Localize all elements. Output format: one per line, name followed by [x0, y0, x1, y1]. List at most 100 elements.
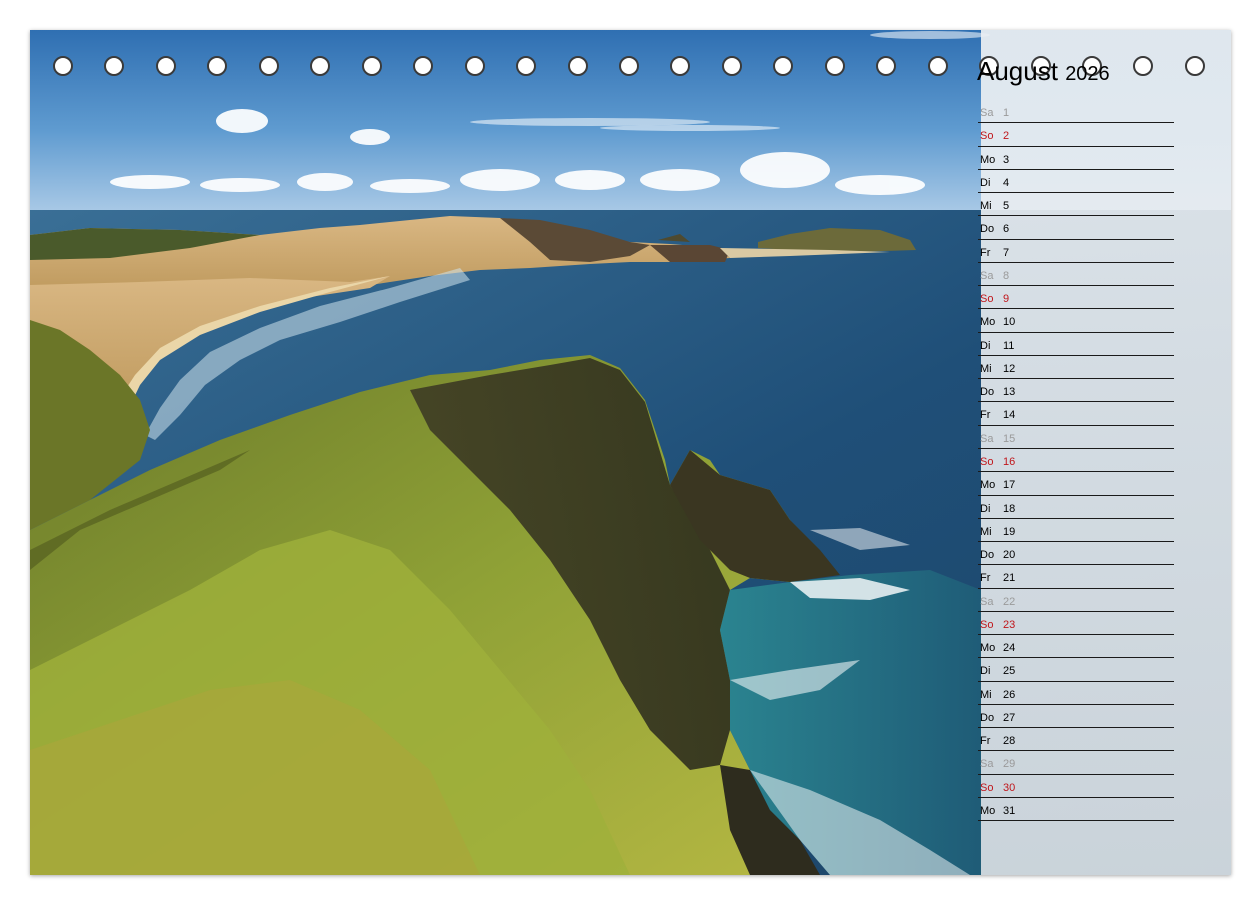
binding-hole [567, 56, 588, 76]
day-number: 12 [1003, 362, 1016, 375]
weekday-label: So [980, 455, 994, 468]
day-number: 31 [1003, 804, 1016, 817]
day-number: 19 [1003, 525, 1016, 538]
binding-hole [1133, 56, 1154, 76]
day-number: 10 [1003, 316, 1016, 329]
weekday-label: Sa [980, 758, 994, 771]
day-row: Di 18 [978, 496, 1174, 519]
day-number: 27 [1003, 711, 1016, 724]
day-row: Fr 28 [978, 728, 1174, 752]
weekday-label: Do [980, 223, 995, 236]
day-number: 24 [1003, 642, 1016, 655]
day-number: 23 [1003, 618, 1016, 631]
day-number: 18 [1003, 502, 1016, 515]
day-number: 6 [1003, 223, 1010, 236]
day-number: 22 [1003, 595, 1016, 608]
weekday-label: Sa [980, 595, 994, 608]
binding-hole [618, 56, 639, 76]
binding-hole [773, 56, 794, 76]
binding-hole [155, 56, 176, 76]
day-number: 9 [1003, 293, 1010, 306]
weekday-label: Mo [980, 642, 996, 655]
day-number: 28 [1003, 735, 1016, 748]
day-row: Do 13 [978, 379, 1174, 403]
day-number: 8 [1003, 269, 1010, 282]
binding-hole [876, 56, 897, 76]
day-number: 2 [1003, 130, 1010, 143]
day-number: 15 [1003, 432, 1016, 445]
day-row: Di 4 [978, 170, 1174, 194]
binding-hole [361, 56, 382, 76]
weekday-label: Mi [980, 362, 992, 375]
weekday-label: Mo [980, 479, 996, 492]
day-row: Di 11 [978, 333, 1174, 356]
binding-hole [53, 56, 73, 76]
day-number: 26 [1003, 688, 1016, 701]
binding-hole [1184, 56, 1205, 76]
weekday-label: Do [980, 549, 995, 562]
day-row: Mi 19 [978, 519, 1174, 543]
weekday-label: Mi [980, 688, 992, 701]
weekday-label: So [980, 781, 994, 794]
day-row: Mi 12 [978, 356, 1174, 380]
day-number: 20 [1003, 549, 1016, 562]
weekday-label: Mi [980, 525, 992, 538]
day-row: Mo 17 [978, 472, 1174, 496]
day-row: Fr 14 [978, 402, 1174, 426]
day-row: Do 6 [978, 216, 1174, 240]
day-number: 13 [1003, 386, 1016, 399]
day-row: Mo 3 [978, 147, 1174, 170]
weekday-label: Fr [980, 246, 991, 259]
day-number: 29 [1003, 758, 1016, 771]
day-row: So 9 [978, 286, 1174, 310]
day-row: Fr 7 [978, 240, 1174, 263]
day-row: Sa 22 [978, 589, 1174, 612]
day-row: Mo 31 [978, 798, 1174, 822]
day-row: Di 25 [978, 658, 1174, 682]
binding-hole [413, 56, 434, 76]
binding-hole [104, 56, 125, 76]
month-title: August 2026 [977, 56, 1110, 87]
binding-hole [721, 56, 742, 76]
day-row: Mi 26 [978, 682, 1174, 705]
weekday-label: Di [980, 176, 991, 189]
weekday-label: So [980, 293, 994, 306]
binding-hole [824, 56, 845, 76]
day-row: So 23 [978, 612, 1174, 636]
day-number: 11 [1003, 339, 1015, 352]
day-row: Mi 5 [978, 193, 1174, 217]
weekday-label: Mo [980, 153, 996, 166]
weekday-label: Fr [980, 735, 991, 748]
weekday-label: Mo [980, 316, 996, 329]
weekday-label: Di [980, 502, 991, 515]
weekday-label: Di [980, 665, 991, 678]
weekday-label: Sa [980, 269, 994, 282]
weekday-label: Sa [980, 107, 994, 119]
month-name: August [977, 56, 1058, 86]
day-row: Sa 8 [978, 263, 1174, 287]
day-number: 7 [1003, 246, 1010, 259]
binding-hole [927, 56, 948, 76]
weekday-label: Do [980, 386, 995, 399]
day-row: Do 27 [978, 705, 1174, 729]
day-number: 1 [1003, 107, 1010, 119]
weekday-label: Do [980, 711, 995, 724]
day-number: 17 [1003, 479, 1016, 492]
day-number: 30 [1003, 781, 1016, 794]
day-row: Sa 15 [978, 426, 1174, 449]
day-number: 25 [1003, 665, 1016, 678]
day-number: 4 [1003, 176, 1010, 189]
weekday-label: Sa [980, 432, 994, 445]
month-year: 2026 [1065, 63, 1110, 85]
binding-hole [516, 56, 537, 76]
day-row: Do 20 [978, 542, 1174, 566]
day-row: Sa 1 [978, 100, 1174, 124]
day-row: Mo 10 [978, 309, 1174, 333]
weekday-label: Fr [980, 409, 991, 422]
weekday-label: Fr [980, 572, 991, 585]
binding-hole [310, 56, 331, 76]
day-row: So 30 [978, 775, 1174, 798]
day-row: Fr 21 [978, 565, 1174, 589]
binding-hole [670, 56, 691, 76]
weekday-label: So [980, 130, 994, 143]
